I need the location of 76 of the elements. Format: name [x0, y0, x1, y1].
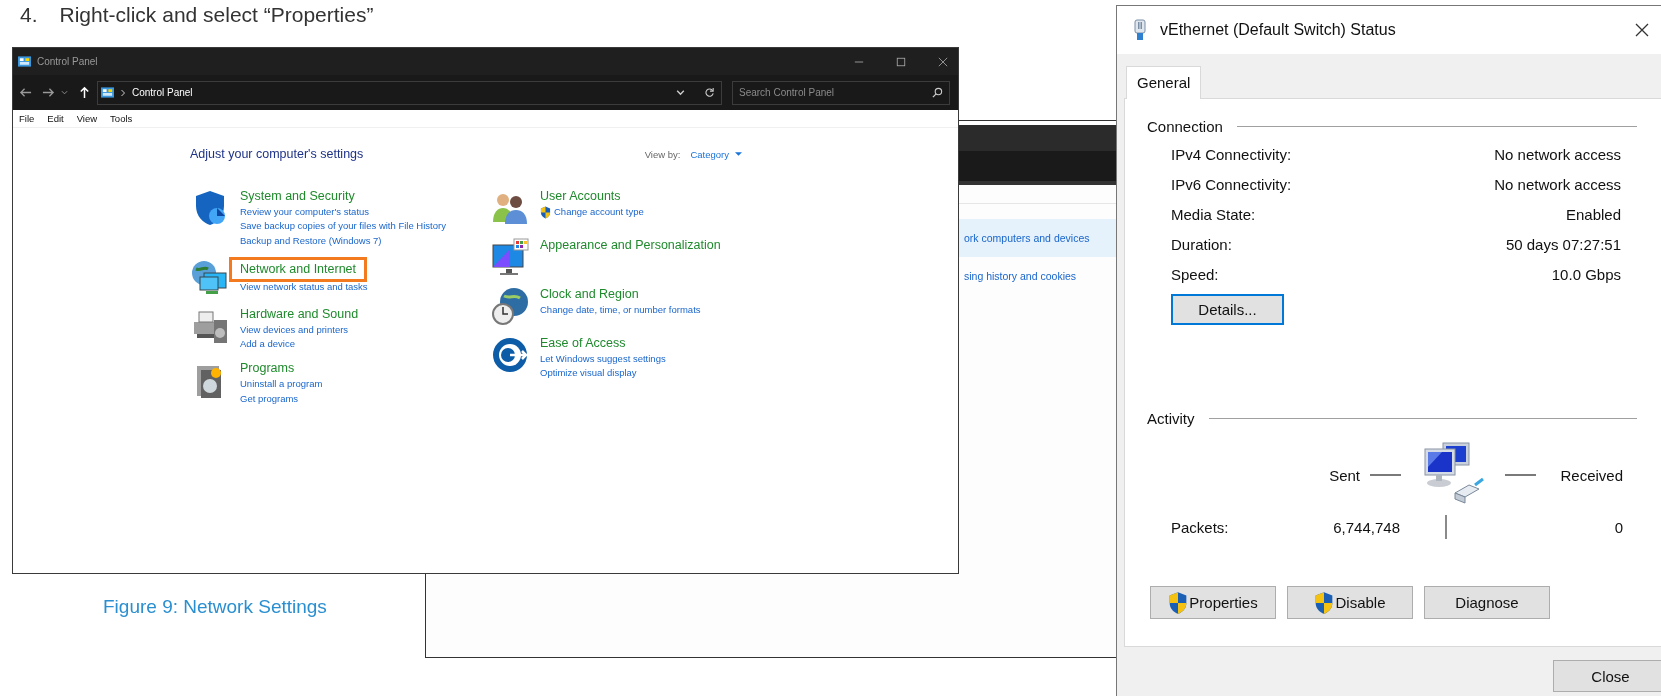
task-link[interactable]: Review your computer's status — [240, 205, 370, 220]
search-field[interactable]: Search Control Panel — [732, 80, 950, 105]
field-value: 10.0 Gbps — [1551, 265, 1621, 285]
group-label: Connection — [1147, 118, 1223, 135]
field-value: No network access — [1494, 175, 1621, 195]
address-text: Control Panel — [132, 87, 193, 98]
category-link[interactable]: Hardware and Sound — [240, 305, 359, 323]
accessibility-icon[interactable] — [490, 335, 530, 375]
field-value: Enabled — [1565, 205, 1621, 225]
packets-received-value: 0 — [1614, 518, 1623, 536]
category-link[interactable]: System and Security — [240, 188, 355, 205]
received-label: Received — [1560, 466, 1623, 484]
menu-item[interactable]: Tools — [110, 113, 133, 124]
task-link[interactable]: Uninstall a program — [240, 377, 323, 392]
field-value: No network access — [1494, 145, 1621, 165]
packets-label: Packets: — [1171, 518, 1230, 536]
task-link[interactable]: View devices and printers — [240, 322, 349, 338]
tab[interactable]: General — [1126, 66, 1202, 99]
view-by-label: View by: — [644, 148, 681, 160]
field-label: IPv6 Connectivity: — [1171, 175, 1292, 195]
step-number: 4. — [20, 3, 38, 27]
sent-label: Sent — [1329, 466, 1360, 484]
menu-item[interactable]: Edit — [47, 113, 64, 124]
category-link[interactable]: Ease of Access — [540, 335, 626, 352]
dialog-title: vEthernet (Default Switch) Status — [1160, 21, 1396, 39]
task-link[interactable]: View network status and tasks — [240, 279, 368, 295]
maximize-icon[interactable] — [896, 56, 906, 67]
category-link[interactable]: Programs — [240, 360, 295, 378]
details-button[interactable]: Details... — [1171, 294, 1284, 325]
task-link[interactable]: Get programs — [240, 391, 299, 407]
chevron-right-icon — [120, 88, 126, 97]
action-button[interactable]: Disable — [1287, 586, 1413, 619]
menu-item[interactable]: File — [19, 113, 35, 124]
network-task-link[interactable]: ork computers and devices — [959, 219, 1116, 257]
forward-arrow-icon[interactable] — [42, 86, 55, 99]
globe-clock-icon[interactable] — [490, 286, 530, 326]
action-button[interactable]: Properties — [1150, 586, 1276, 619]
up-arrow-icon[interactable] — [78, 86, 91, 99]
close-button[interactable]: Close — [1553, 660, 1661, 692]
close-icon[interactable] — [1635, 23, 1649, 37]
task-link[interactable]: Save backup copies of your files with File History — [240, 219, 446, 234]
action-button[interactable]: Diagnose — [1424, 586, 1550, 619]
category-link[interactable]: Network and Internet — [229, 256, 368, 282]
caret-icon[interactable] — [735, 151, 742, 157]
field-label: Media State: — [1171, 205, 1256, 225]
figure-caption: Figure 9: Network Settings — [103, 596, 327, 618]
field-value: 50 days 07:27:51 — [1505, 235, 1621, 255]
packets-sent-value: 6,744,748 — [1333, 518, 1400, 536]
step-instruction: Right-click and select “Properties” — [59, 3, 374, 27]
network-adapter-icon — [1134, 19, 1146, 41]
address-bar[interactable]: Control Panel — [97, 80, 722, 105]
refresh-icon[interactable] — [704, 87, 715, 98]
task-link[interactable]: Add a device — [240, 337, 295, 352]
task-link[interactable]: Backup and Restore (Windows 7) — [240, 233, 382, 248]
menu-item[interactable]: View — [76, 113, 98, 124]
monitor-palette-icon[interactable] — [490, 237, 530, 277]
category-link[interactable]: User Accounts — [540, 188, 621, 205]
category-link[interactable]: Appearance and Personalization — [540, 237, 721, 254]
view-by-dropdown[interactable]: Category — [690, 148, 729, 160]
search-icon[interactable] — [932, 86, 943, 98]
category-link[interactable]: Clock and Region — [540, 286, 639, 303]
group-label: Activity — [1147, 410, 1195, 427]
window-title: Control Panel — [37, 56, 98, 67]
back-arrow-icon[interactable] — [19, 86, 32, 99]
page-heading: Adjust your computer's settings — [190, 147, 364, 161]
field-label: Speed: — [1171, 265, 1219, 285]
network-task-link[interactable]: sing history and cookies — [959, 257, 1116, 295]
field-label: Duration: — [1171, 235, 1232, 255]
field-label: IPv4 Connectivity: — [1171, 145, 1292, 165]
control-panel-icon — [18, 56, 31, 67]
task-link[interactable]: Let Windows suggest settings — [540, 352, 666, 367]
task-link[interactable]: Optimize visual display — [540, 366, 637, 381]
control-panel-icon — [101, 87, 114, 98]
task-link[interactable]: Change date, time, or number formats — [540, 303, 701, 318]
task-link[interactable]: Change account type — [554, 205, 644, 220]
close-icon[interactable] — [938, 56, 948, 67]
